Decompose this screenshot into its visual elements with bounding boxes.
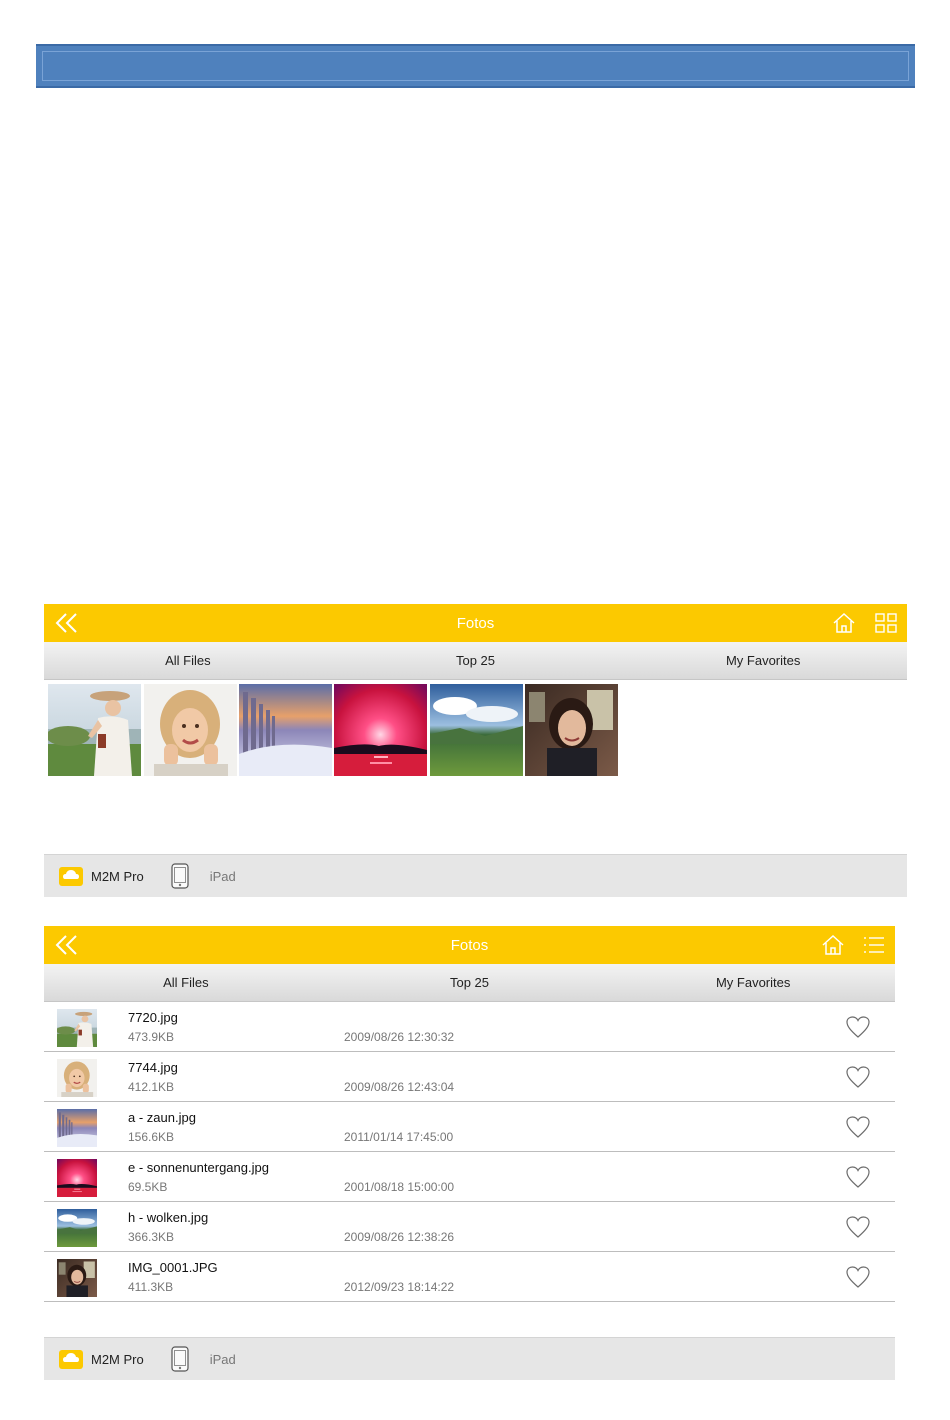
photo-thumbnail-7720[interactable] [48, 684, 141, 776]
file-thumbnail [57, 1109, 97, 1147]
header-title: Fotos [450, 937, 489, 954]
file-thumbnail [57, 1259, 97, 1297]
banner-inner-frame [42, 51, 909, 81]
file-thumbnail [57, 1009, 97, 1047]
grid-view-screen: Fotos All Files Top 25 My Favorites M2M … [44, 604, 907, 897]
file-name: e - sonnenuntergang.jpg [128, 1160, 269, 1175]
favorite-heart-icon[interactable] [845, 1115, 871, 1139]
tab-top-25[interactable]: Top 25 [332, 653, 620, 668]
device-icon[interactable] [170, 1346, 190, 1372]
file-size: 412.1KB [128, 1080, 175, 1094]
list-item[interactable]: IMG_0001.JPG 411.3KB 2012/09/23 18:14:22 [44, 1252, 895, 1302]
favorite-heart-icon[interactable] [845, 1265, 871, 1289]
file-name: IMG_0001.JPG [128, 1260, 218, 1275]
app-header: Fotos [44, 926, 895, 964]
photo-thumbnail-wolken[interactable] [430, 684, 523, 776]
list-view-screen: Fotos All Files Top 25 My Favorites 7720… [44, 926, 895, 1380]
tab-my-favorites[interactable]: My Favorites [611, 975, 895, 990]
app-header: Fotos [44, 604, 907, 642]
document-heading-banner [36, 44, 915, 88]
source-ipad-label[interactable]: iPad [210, 869, 236, 884]
file-size: 156.6KB [128, 1130, 175, 1144]
list-item[interactable]: 7720.jpg 473.9KB 2009/08/26 12:30:32 [44, 1002, 895, 1052]
file-size: 69.5KB [128, 1180, 168, 1194]
header-title: Fotos [456, 615, 495, 632]
file-thumbnail [57, 1209, 97, 1247]
favorite-heart-icon[interactable] [845, 1065, 871, 1089]
file-size: 411.3KB [128, 1280, 174, 1294]
tab-top-25[interactable]: Top 25 [328, 975, 612, 990]
home-icon[interactable] [821, 934, 845, 956]
file-name: 7720.jpg [128, 1010, 178, 1025]
file-list: 7720.jpg 473.9KB 2009/08/26 12:30:32 774… [44, 1002, 895, 1302]
file-date: 2009/08/26 12:43:04 [344, 1080, 455, 1094]
source-ipad-label[interactable]: iPad [210, 1352, 236, 1367]
tab-bar: All Files Top 25 My Favorites [44, 642, 907, 680]
list-view-icon[interactable] [863, 935, 885, 955]
photo-thumbnail-sonnenuntergang[interactable] [334, 684, 427, 776]
file-name: h - wolken.jpg [128, 1210, 209, 1225]
favorite-heart-icon[interactable] [845, 1215, 871, 1239]
favorite-heart-icon[interactable] [845, 1165, 871, 1189]
file-thumbnail [57, 1059, 97, 1097]
file-size: 473.9KB [128, 1030, 175, 1044]
list-item[interactable]: 7744.jpg 412.1KB 2009/08/26 12:43:04 [44, 1052, 895, 1102]
tab-all-files[interactable]: All Files [44, 975, 328, 990]
photo-grid [44, 680, 907, 780]
source-m2m-pro-label[interactable]: M2M Pro [91, 1352, 144, 1367]
file-name: a - zaun.jpg [128, 1110, 196, 1125]
tab-bar: All Files Top 25 My Favorites [44, 964, 895, 1002]
file-date: 2009/08/26 12:30:32 [344, 1030, 455, 1044]
photo-thumbnail-zaun[interactable] [239, 684, 332, 776]
file-thumbnail [57, 1159, 97, 1197]
tab-all-files[interactable]: All Files [44, 653, 332, 668]
cloud-drive-icon[interactable] [58, 1347, 84, 1371]
device-icon[interactable] [170, 863, 190, 889]
tab-my-favorites[interactable]: My Favorites [619, 653, 907, 668]
favorite-heart-icon[interactable] [845, 1015, 871, 1039]
file-name: 7744.jpg [128, 1060, 178, 1075]
source-footer-bar: M2M Pro iPad [44, 1337, 895, 1380]
source-footer-bar: M2M Pro iPad [44, 854, 907, 897]
photo-thumbnail-img-0001[interactable] [525, 684, 618, 776]
empty-area [44, 780, 907, 854]
file-size: 366.3KB [128, 1230, 175, 1244]
list-item[interactable]: e - sonnenuntergang.jpg 69.5KB 2001/08/1… [44, 1152, 895, 1202]
source-m2m-pro-label[interactable]: M2M Pro [91, 869, 144, 884]
file-date: 2011/01/14 17:45:00 [344, 1130, 454, 1144]
empty-area [44, 1302, 895, 1337]
file-date: 2012/09/23 18:14:22 [344, 1280, 455, 1294]
list-item[interactable]: h - wolken.jpg 366.3KB 2009/08/26 12:38:… [44, 1202, 895, 1252]
photo-thumbnail-7744[interactable] [144, 684, 237, 776]
cloud-drive-icon[interactable] [58, 864, 84, 888]
file-date: 2009/08/26 12:38:26 [344, 1230, 455, 1244]
grid-view-icon[interactable] [875, 613, 897, 633]
list-item[interactable]: a - zaun.jpg 156.6KB 2011/01/14 17:45:00 [44, 1102, 895, 1152]
home-icon[interactable] [832, 612, 856, 634]
file-date: 2001/08/18 15:00:00 [344, 1180, 455, 1194]
